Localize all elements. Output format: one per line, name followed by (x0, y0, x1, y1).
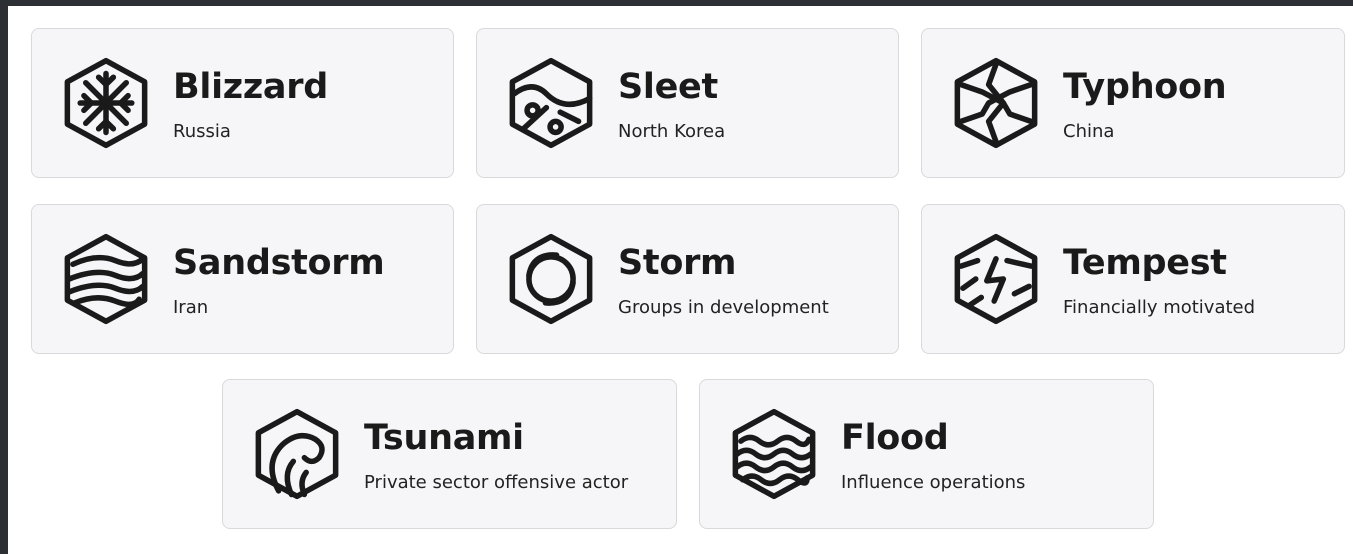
card-title: Flood (841, 418, 949, 458)
sandstorm-hexagon-icon (60, 231, 152, 327)
card-typhoon: Typhoon China (921, 28, 1345, 178)
card-subtitle: Private sector offensive actor (364, 472, 629, 493)
card-title: Tsunami (364, 418, 524, 458)
sleet-hexagon-icon (505, 55, 597, 151)
storm-hexagon-icon (505, 231, 597, 327)
card-title: Blizzard (173, 67, 328, 107)
typhoon-hexagon-icon (950, 55, 1042, 151)
tsunami-hexagon-icon (251, 406, 343, 502)
tempest-hexagon-icon (950, 231, 1042, 327)
flood-hexagon-icon (728, 406, 820, 502)
card-subtitle: Russia (173, 121, 231, 142)
snowflake-hexagon-icon (60, 55, 152, 151)
card-title: Sleet (618, 67, 718, 107)
card-title: Tempest (1063, 243, 1227, 283)
card-flood: Flood Influence operations (699, 379, 1154, 529)
taxonomy-panel: Blizzard Russia Sleet North Korea Typhoo… (8, 6, 1353, 554)
card-title: Typhoon (1063, 67, 1227, 107)
card-subtitle: Influence operations (841, 472, 1026, 493)
card-tsunami: Tsunami Private sector offensive actor (222, 379, 677, 529)
card-subtitle: North Korea (618, 121, 726, 142)
card-sandstorm: Sandstorm Iran (31, 204, 454, 354)
card-subtitle: Groups in development (618, 297, 829, 318)
card-subtitle: China (1063, 121, 1115, 142)
card-tempest: Tempest Financially motivated (921, 204, 1345, 354)
card-subtitle: Financially motivated (1063, 297, 1256, 318)
card-title: Storm (618, 243, 737, 283)
card-sleet: Sleet North Korea (476, 28, 899, 178)
card-storm: Storm Groups in development (476, 204, 899, 354)
card-title: Sandstorm (173, 243, 385, 283)
card-blizzard: Blizzard Russia (31, 28, 454, 178)
card-subtitle: Iran (173, 297, 209, 318)
